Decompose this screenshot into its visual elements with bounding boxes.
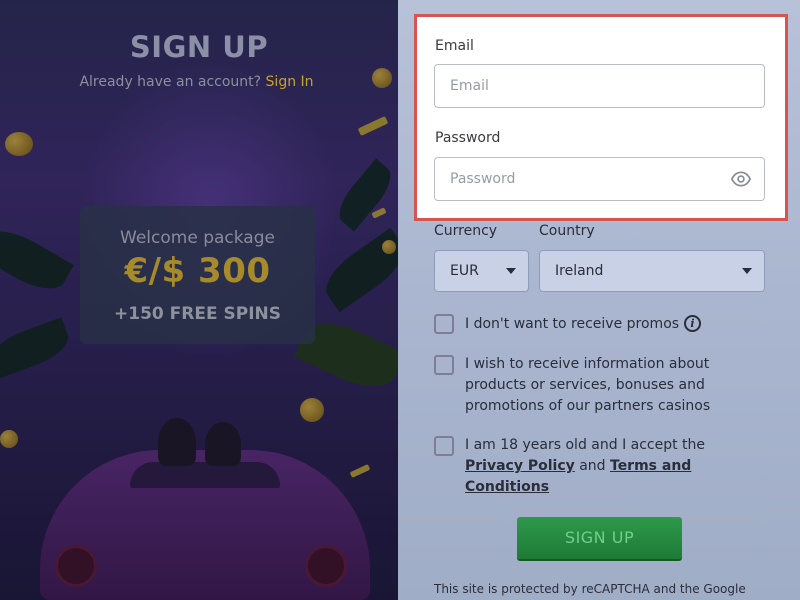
- password-input[interactable]: [434, 157, 765, 201]
- have-account-label: Already have an account?: [79, 74, 262, 90]
- welcome-package-card: Welcome package €/$ 300 +150 FREE SPINS: [80, 206, 315, 344]
- promo-panel: SIGN UP Already have an account? Sign In…: [0, 0, 398, 600]
- promo-opt-out-label: I don't want to receive promos: [465, 316, 680, 332]
- age-terms-checkbox[interactable]: [434, 436, 454, 456]
- age-terms-prefix: I am 18 years old and I accept the: [465, 437, 706, 453]
- signup-form-panel: Email Password Currency EUR Country Irel…: [398, 0, 800, 600]
- country-select[interactable]: Ireland: [539, 250, 765, 292]
- partner-info-label: I wish to receive information about prod…: [465, 356, 711, 414]
- email-input[interactable]: [434, 64, 765, 108]
- chevron-down-icon: [506, 268, 516, 274]
- password-label: Password: [435, 130, 501, 146]
- welcome-spins: +150 FREE SPINS: [114, 304, 281, 324]
- age-terms-label: I am 18 years old and I accept the Priva…: [465, 435, 765, 498]
- eye-icon[interactable]: [731, 169, 751, 189]
- sign-up-button[interactable]: SIGN UP: [517, 517, 682, 559]
- and-text: and: [579, 458, 606, 474]
- have-account-text: Already have an account? Sign In: [0, 74, 393, 90]
- recaptcha-notice: This site is protected by reCAPTCHA and …: [434, 582, 746, 596]
- currency-value: EUR: [450, 263, 479, 279]
- welcome-title: Welcome package: [120, 228, 275, 248]
- promo-opt-out-checkbox[interactable]: [434, 314, 454, 334]
- currency-select[interactable]: EUR: [434, 250, 529, 292]
- sign-in-link[interactable]: Sign In: [266, 74, 314, 90]
- chevron-down-icon: [742, 268, 752, 274]
- page-title: SIGN UP: [129, 30, 269, 64]
- country-value: Ireland: [555, 263, 604, 279]
- country-label: Country: [539, 223, 595, 239]
- partner-info-checkbox[interactable]: [434, 355, 454, 375]
- privacy-policy-link[interactable]: Privacy Policy: [465, 458, 575, 474]
- currency-label: Currency: [434, 223, 498, 239]
- welcome-amount: €/$ 300: [124, 251, 271, 291]
- email-label: Email: [435, 38, 474, 54]
- password-field-wrapper: [434, 157, 765, 201]
- info-icon[interactable]: i: [684, 315, 701, 332]
